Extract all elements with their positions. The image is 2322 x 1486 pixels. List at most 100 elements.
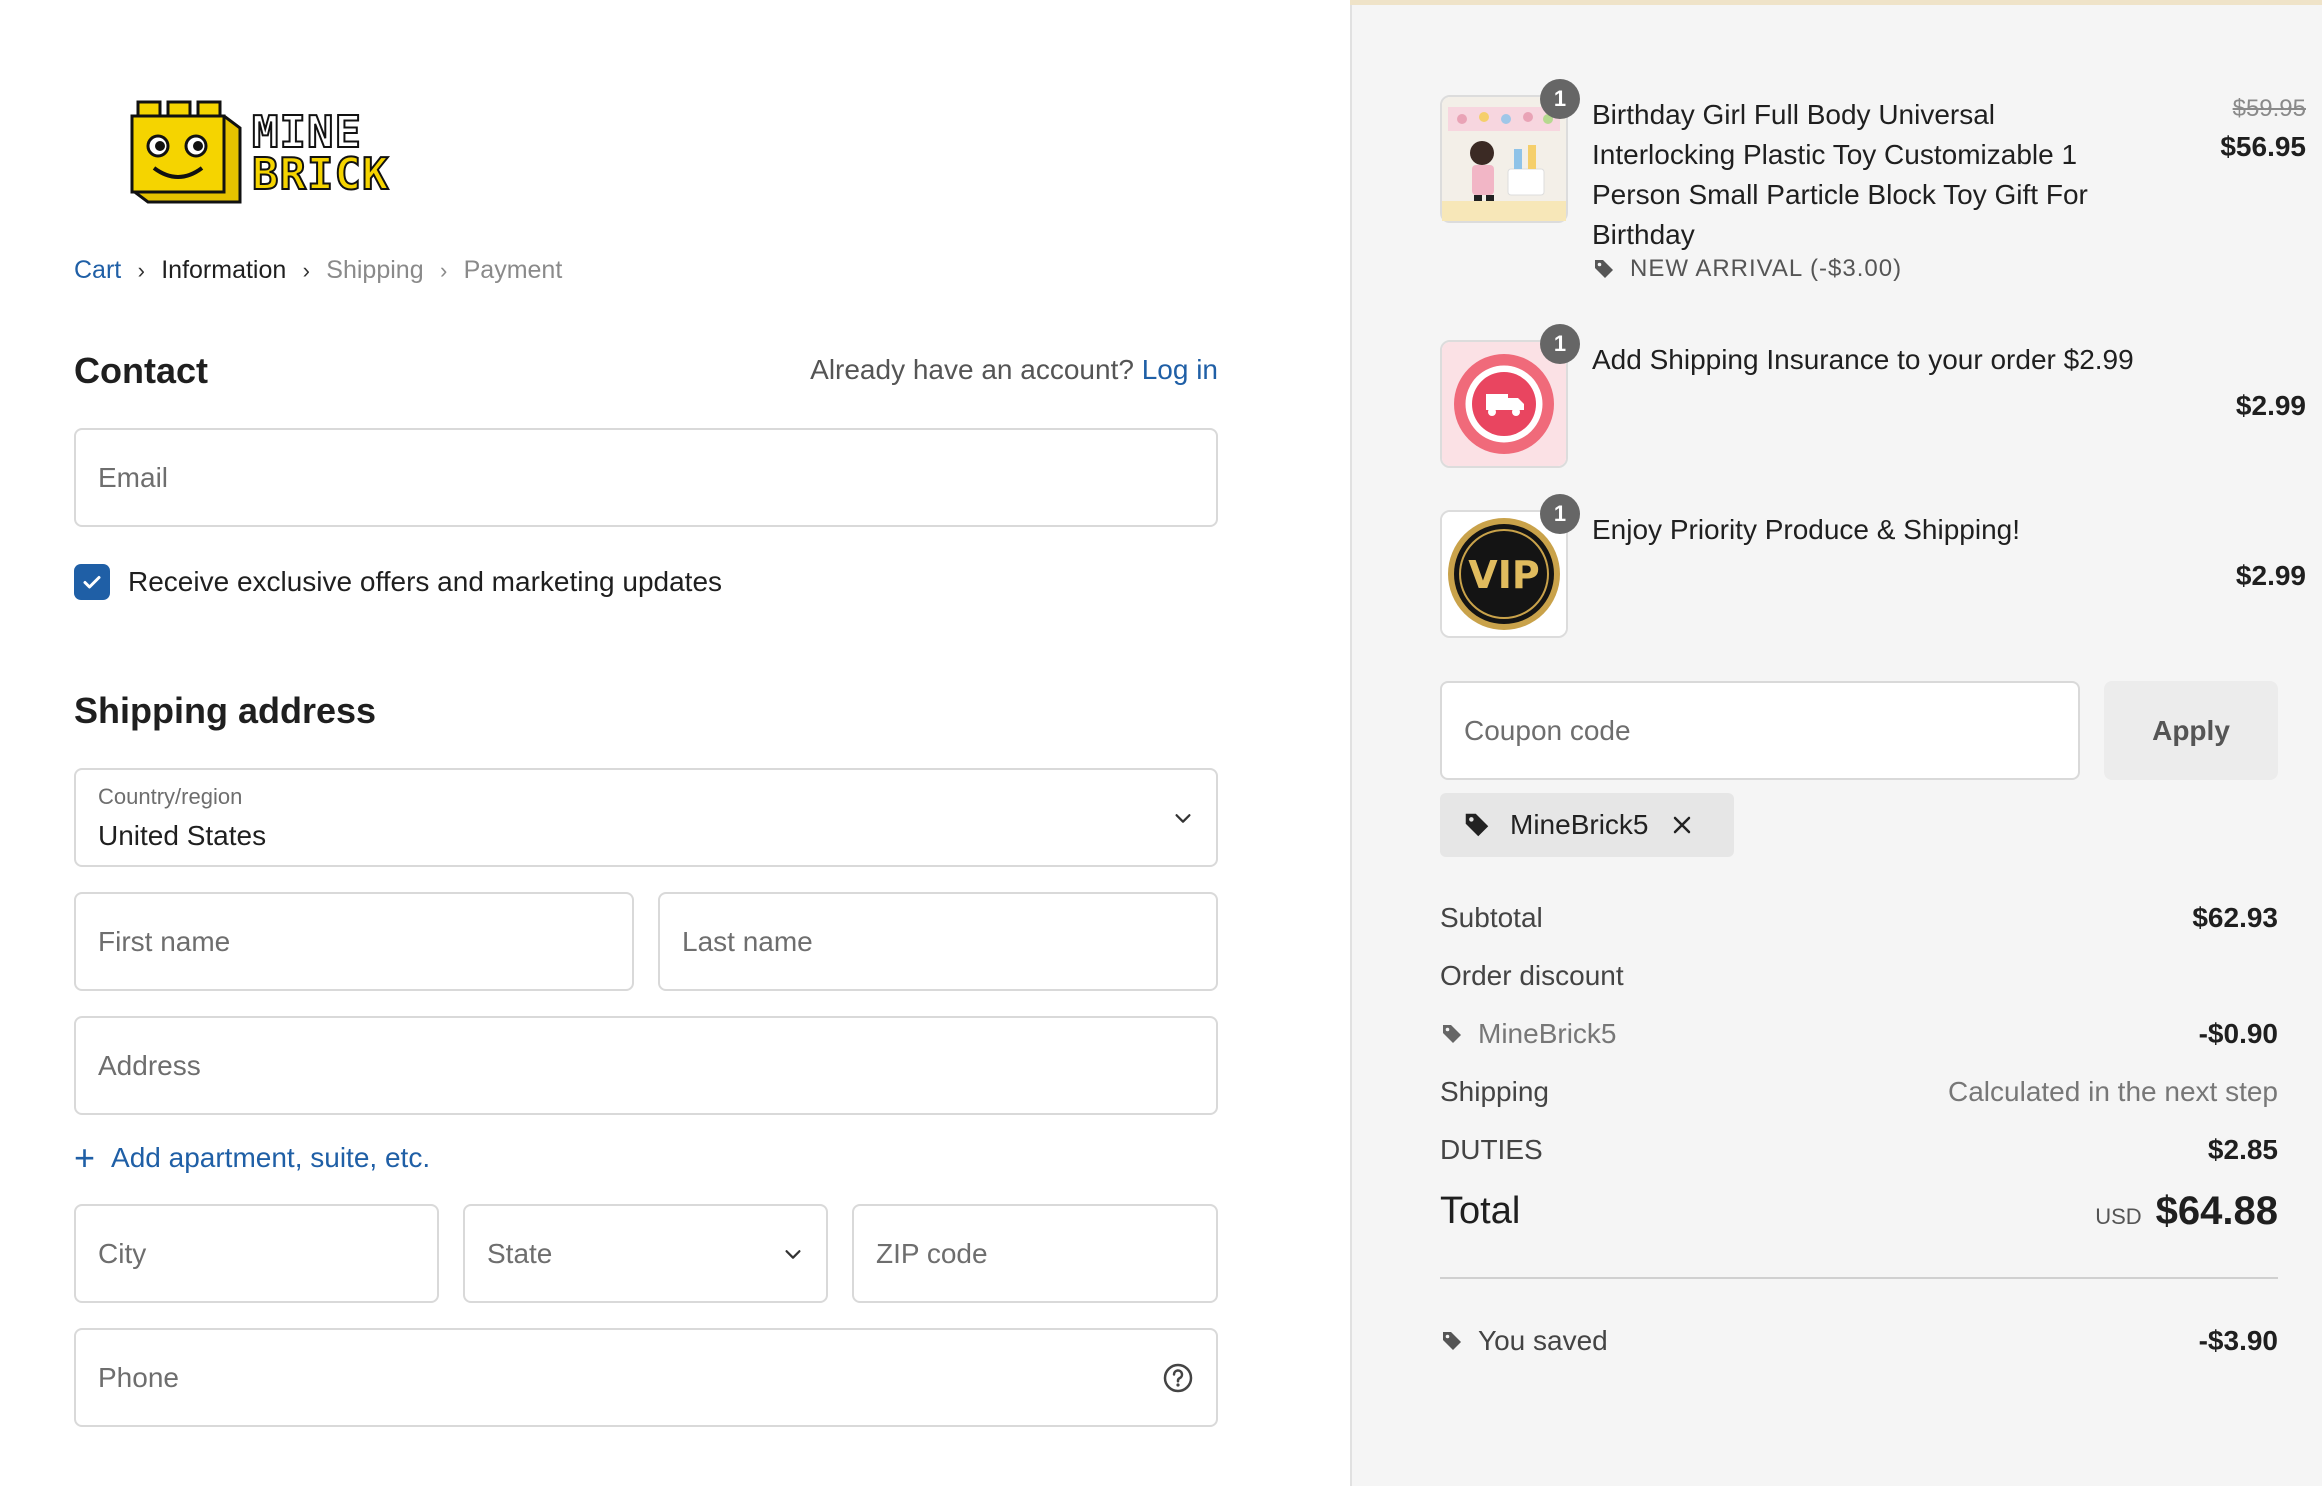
- email-input[interactable]: [76, 430, 1216, 525]
- savings-label-text: You saved: [1478, 1325, 1608, 1356]
- country-label: Country/region: [98, 784, 243, 809]
- country-select[interactable]: Country/region United States: [74, 768, 1218, 867]
- item-title: Birthday Girl Full Body Universal Interl…: [1592, 99, 2088, 250]
- add-apartment-label: Add apartment, suite, etc.: [111, 1142, 431, 1173]
- checkmark-icon: [83, 576, 101, 589]
- breadcrumb: Cart › Information › Shipping › Payment: [74, 256, 562, 285]
- address-field[interactable]: [74, 1016, 1218, 1115]
- product-thumbnail: VIP 1: [1440, 494, 1580, 638]
- state-placeholder: State: [487, 1237, 553, 1269]
- city-input[interactable]: [76, 1206, 437, 1301]
- tag-icon: [1443, 1025, 1461, 1043]
- item-original-price: $59.95: [2232, 95, 2306, 122]
- quantity-badge: 1: [1540, 324, 1580, 364]
- discount-value: -$0.90: [2198, 1018, 2278, 1049]
- zip-input[interactable]: [854, 1206, 1216, 1301]
- item-title: Add Shipping Insurance to your order $2.…: [1592, 344, 2134, 375]
- shipping-insurance-thumbnail-icon: [1442, 342, 1566, 466]
- discount-code-row: MineBrick5 -$0.90: [1440, 1018, 2278, 1050]
- chevron-down-icon: [785, 1249, 801, 1259]
- line-item: 1 Add Shipping Insurance to your order $…: [1440, 324, 2306, 480]
- duties-row: DUTIES $2.85: [1440, 1134, 2278, 1166]
- address-input[interactable]: [76, 1018, 1216, 1113]
- applied-coupon-code: MineBrick5: [1510, 809, 1649, 840]
- login-link[interactable]: Log in: [1142, 354, 1218, 385]
- first-name-input[interactable]: [76, 894, 632, 989]
- summary-divider: [1440, 1277, 2278, 1279]
- item-discount-text: NEW ARRIVAL (-$3.00): [1630, 255, 1903, 282]
- vip-thumbnail-icon: VIP: [1442, 512, 1566, 636]
- total-value: $64.88: [2155, 1189, 2278, 1233]
- item-price: $2.99: [2235, 560, 2306, 591]
- currency-code: USD: [2095, 1204, 2142, 1229]
- city-field[interactable]: [74, 1204, 439, 1303]
- vip-text: VIP: [1468, 553, 1539, 597]
- coupon-input[interactable]: [1442, 683, 2078, 778]
- savings-label: You saved: [1440, 1325, 1608, 1357]
- help-circle-icon[interactable]: [1162, 1362, 1194, 1394]
- brick-face-icon: [130, 100, 242, 204]
- order-discount-row: Order discount: [1440, 960, 2278, 992]
- chevron-right-icon: ›: [302, 257, 310, 283]
- order-discount-label: Order discount: [1440, 960, 1624, 991]
- zip-field[interactable]: [852, 1204, 1218, 1303]
- birthday-toy-thumbnail-icon: [1442, 97, 1566, 221]
- subtotal-value: $62.93: [2192, 902, 2278, 933]
- tag-icon: [1595, 260, 1613, 278]
- shipping-row: Shipping Calculated in the next step: [1440, 1076, 2278, 1108]
- chevron-right-icon: ›: [439, 257, 448, 283]
- state-select[interactable]: State: [463, 1204, 828, 1303]
- item-discount: NEW ARRIVAL (-$3.00): [1592, 255, 1902, 283]
- account-prompt: Already have an account? Log in: [810, 354, 1218, 386]
- contact-heading: Contact: [74, 350, 208, 391]
- discount-code-text: MineBrick5: [1478, 1018, 1617, 1049]
- item-price: $56.95: [2220, 131, 2306, 162]
- subtotal-label: Subtotal: [1440, 902, 1543, 933]
- store-logo[interactable]: MINE BRICK: [128, 98, 428, 210]
- logo-line-1: MINE: [251, 107, 362, 158]
- product-thumbnail: 1: [1440, 79, 1580, 223]
- savings-row: You saved -$3.90: [1440, 1325, 2278, 1357]
- coupon-field[interactable]: [1440, 681, 2080, 780]
- marketing-opt-in[interactable]: Receive exclusive offers and marketing u…: [74, 564, 722, 600]
- item-price: $2.99: [2235, 390, 2306, 421]
- duties-value: $2.85: [2207, 1134, 2278, 1165]
- applied-coupon-chip: MineBrick5: [1440, 793, 1735, 857]
- checkout-form-column: MINE BRICK Cart › Information › Shipping…: [0, 0, 1350, 1486]
- logo-wordmark: MINE BRICK: [251, 107, 389, 198]
- line-item: 1 Birthday Girl Full Body Universal Inte…: [1440, 79, 2306, 315]
- total-amount-group: USD $64.88: [2095, 1189, 2278, 1234]
- email-field[interactable]: [74, 428, 1218, 527]
- shipping-value: Calculated in the next step: [1948, 1076, 2278, 1107]
- product-thumbnail: 1: [1440, 324, 1580, 468]
- chevron-down-icon: [1175, 813, 1191, 823]
- total-label: Total: [1440, 1190, 1521, 1232]
- marketing-label: Receive exclusive offers and marketing u…: [128, 566, 723, 597]
- subtotal-row: Subtotal $62.93: [1440, 902, 2278, 934]
- first-name-field[interactable]: [74, 892, 634, 991]
- quantity-badge: 1: [1540, 79, 1580, 119]
- chevron-right-icon: ›: [137, 257, 145, 283]
- phone-input[interactable]: [76, 1330, 1216, 1425]
- order-summary-column: 1 Birthday Girl Full Body Universal Inte…: [1350, 5, 2322, 1486]
- add-apartment-link[interactable]: + Add apartment, suite, etc.: [74, 1137, 431, 1178]
- tag-icon: [1465, 813, 1489, 837]
- shipping-label: Shipping: [1440, 1076, 1549, 1107]
- shipping-address-heading: Shipping address: [74, 690, 377, 731]
- tag-icon: [1443, 1332, 1461, 1350]
- line-item: VIP 1 Enjoy Priority Produce & Shipping!…: [1440, 494, 2306, 650]
- close-icon[interactable]: [1670, 813, 1694, 837]
- marketing-checkbox[interactable]: [74, 564, 110, 600]
- discount-code-label: MineBrick5: [1440, 1018, 1616, 1050]
- apply-coupon-button[interactable]: Apply: [2104, 681, 2278, 780]
- last-name-field[interactable]: [658, 892, 1218, 991]
- account-prompt-text: Already have an account?: [810, 354, 1134, 385]
- plus-icon: +: [74, 1137, 96, 1178]
- country-value: United States: [98, 820, 267, 851]
- phone-field[interactable]: [74, 1328, 1218, 1427]
- total-row: Total USD $64.88: [1440, 1189, 2278, 1234]
- item-title: Enjoy Priority Produce & Shipping!: [1592, 514, 2020, 545]
- breadcrumb-cart[interactable]: Cart: [74, 256, 121, 285]
- last-name-input[interactable]: [660, 894, 1216, 989]
- breadcrumb-payment: Payment: [463, 256, 563, 284]
